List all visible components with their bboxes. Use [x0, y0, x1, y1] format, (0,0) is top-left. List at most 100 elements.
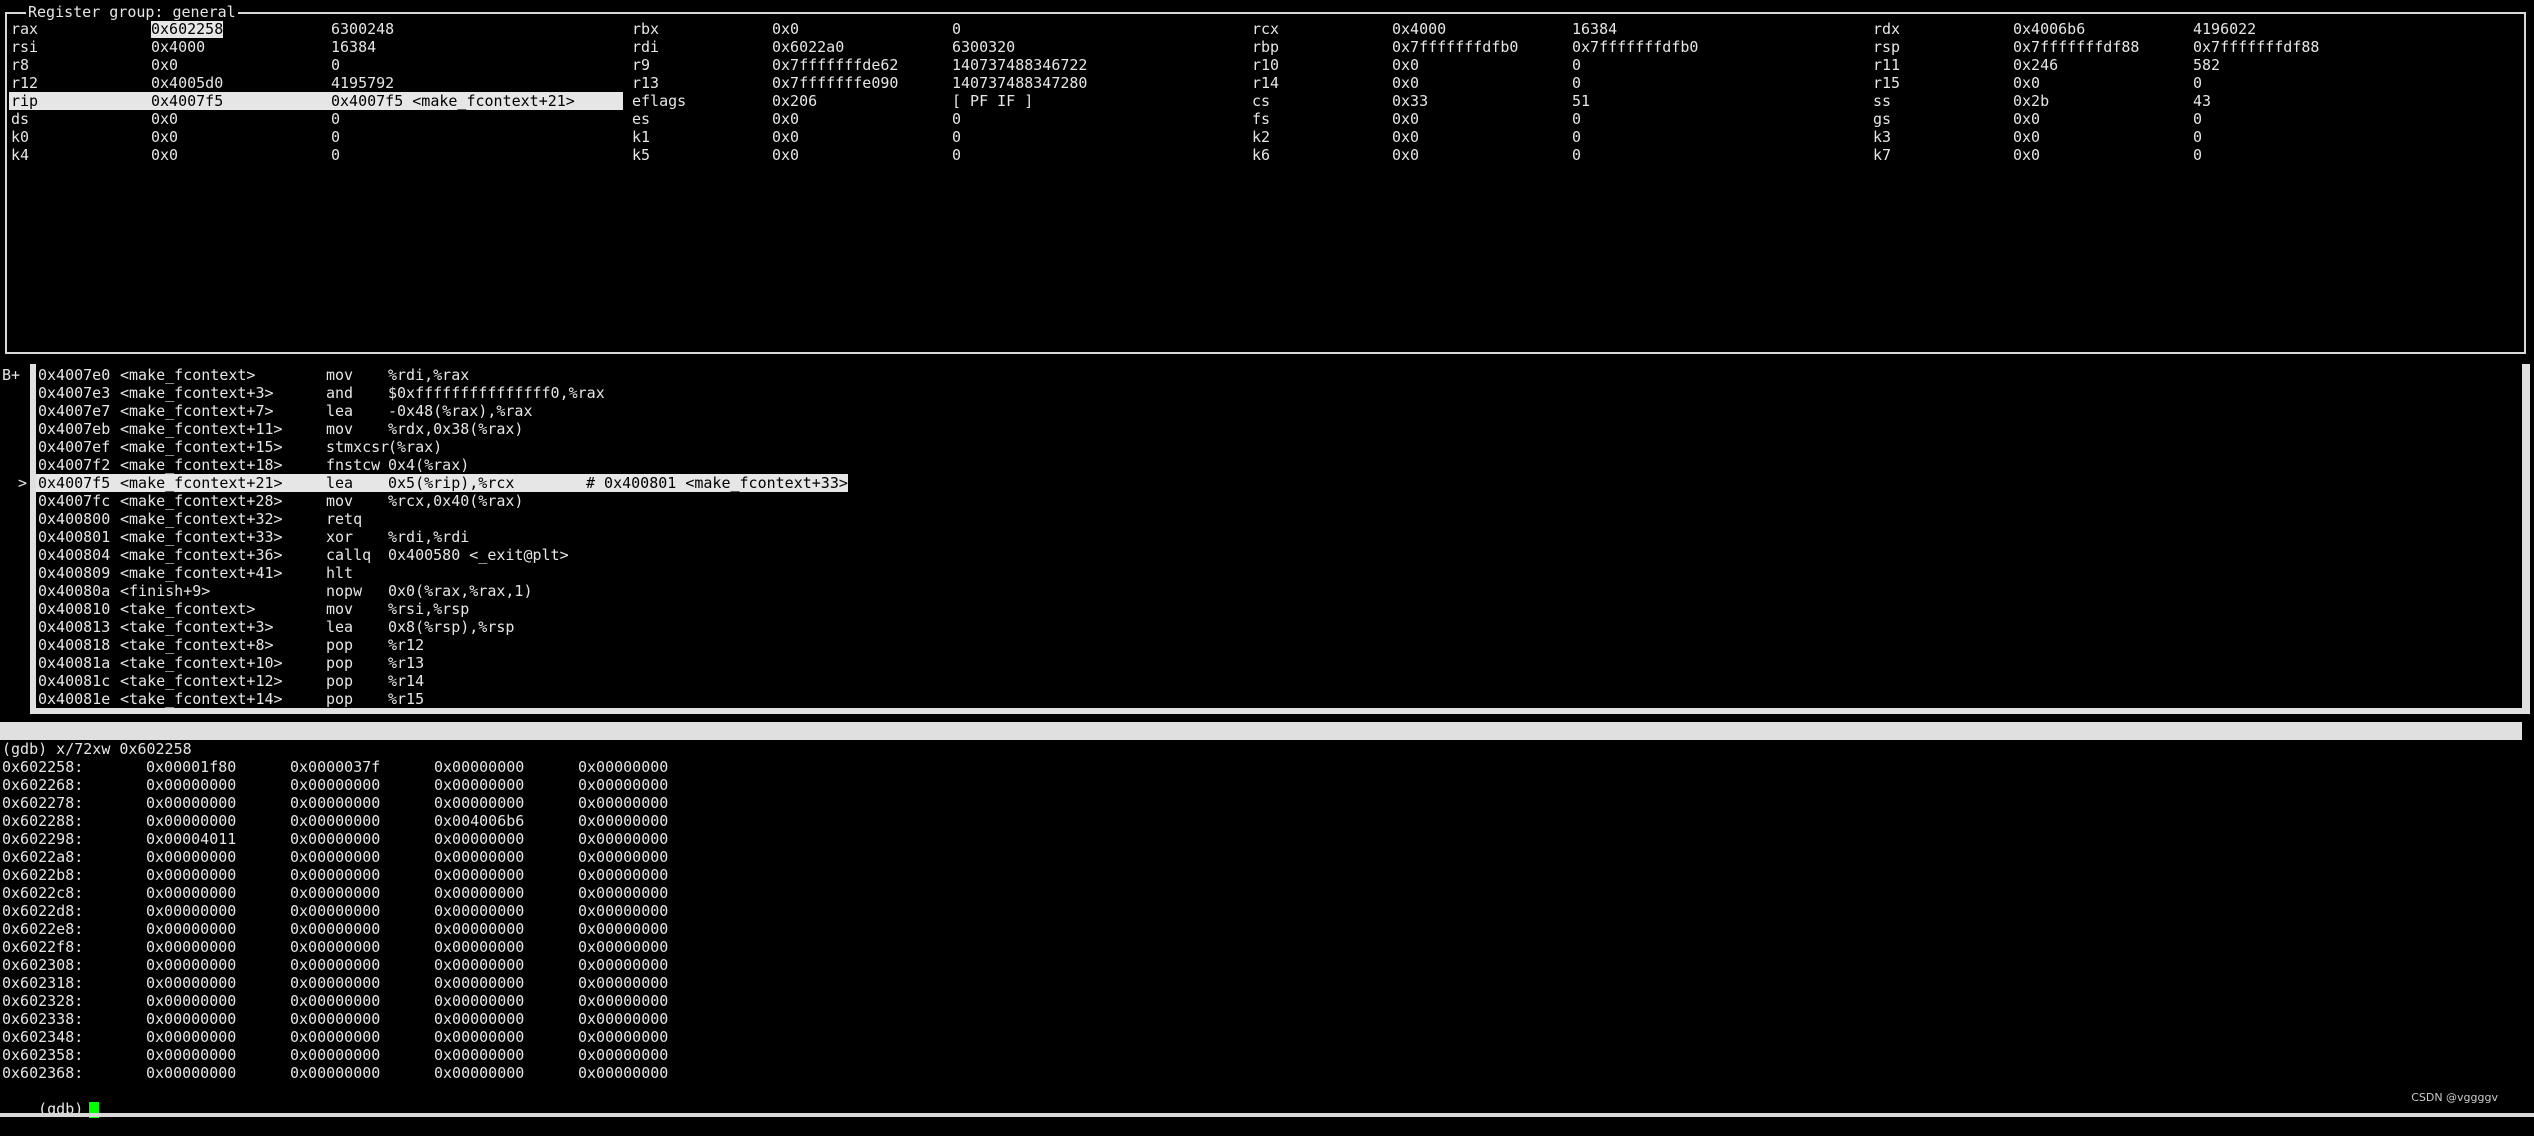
asm-args: %r12 — [388, 636, 425, 654]
register-hex-r12[interactable]: 0x4005d0 — [151, 74, 223, 92]
memory-word: 0x00000000 — [290, 992, 381, 1010]
asm-args: (%rax) — [388, 438, 443, 456]
register-name-rax: rax — [11, 20, 39, 38]
memory-address: 0x602298: — [2, 830, 84, 848]
asm-line[interactable]: 0x40081e <take_fcontext+14> pop %r15 — [36, 690, 2522, 708]
register-name-eflags: eflags — [632, 92, 687, 110]
register-hex-k6[interactable]: 0x0 — [1392, 146, 1419, 164]
memory-word: 0x00000000 — [146, 992, 237, 1010]
register-value-ds: 0 — [331, 110, 341, 128]
register-hex-fs[interactable]: 0x0 — [1392, 110, 1419, 128]
memory-word: 0x00000000 — [290, 956, 381, 974]
register-hex-r15[interactable]: 0x0 — [2013, 74, 2040, 92]
register-hex-k1[interactable]: 0x0 — [772, 128, 799, 146]
asm-current-line[interactable]: 0x4007f5 <make_fcontext+21> lea 0x5(%rip),%… — [36, 474, 848, 492]
asm-args: $0xfffffffffffffff0,%rax — [388, 384, 605, 402]
register-hex-rsp[interactable]: 0x7fffffffdf88 — [2013, 38, 2139, 56]
asm-addr: 0x400800 — [38, 510, 111, 528]
asm-sym: <make_fcontext+18> — [120, 456, 283, 474]
register-hex-rbp[interactable]: 0x7fffffffdfb0 — [1392, 38, 1518, 56]
status-pc: PC: 0x4007f5 — [2418, 776, 2527, 794]
memory-row: 0x602278: 0x00000000 0x00000000 0x00000000 0… — [2, 794, 802, 812]
memory-word: 0x00000000 — [290, 974, 381, 992]
asm-sym: <make_fcontext+7> — [120, 402, 274, 420]
register-hex-rip[interactable]: 0x4007f5 — [151, 92, 223, 110]
register-hex-gs[interactable]: 0x0 — [2013, 110, 2040, 128]
asm-sym: <make_fcontext+28> — [120, 492, 283, 510]
register-hex-cs[interactable]: 0x33 — [1392, 92, 1428, 110]
register-hex-r9[interactable]: 0x7fffffffde62 — [772, 56, 898, 74]
asm-line[interactable]: 0x400804 <make_fcontext+36> callq 0x400580 … — [36, 546, 2522, 564]
register-hex-ds[interactable]: 0x0 — [151, 110, 178, 128]
register-value-r11: 582 — [2193, 56, 2221, 74]
asm-line[interactable]: 0x4007eb <make_fcontext+11> mov %rdx,0x38(%… — [36, 420, 2522, 438]
asm-line[interactable]: 0x400813 <take_fcontext+3> lea 0x8(%rsp),%r… — [36, 618, 2522, 636]
asm-line[interactable]: 0x400801 <make_fcontext+33> xor %rdi,%rdi — [36, 528, 2522, 546]
asm-line[interactable]: 0x400810 <take_fcontext> mov %rsi,%rsp — [36, 600, 2522, 618]
register-hex-r14[interactable]: 0x0 — [1392, 74, 1419, 92]
register-hex-rsi[interactable]: 0x4000 — [151, 38, 205, 56]
register-hex-k3[interactable]: 0x0 — [2013, 128, 2040, 146]
register-name-r8: r8 — [11, 56, 30, 74]
register-value-cs: 51 — [1572, 92, 1591, 110]
asm-addr: 0x4007fc — [38, 492, 111, 510]
asm-line[interactable]: 0x400818 <take_fcontext+8> pop %r12 — [36, 636, 2522, 654]
register-hex-rdi[interactable]: 0x6022a0 — [772, 38, 844, 56]
register-hex-k2[interactable]: 0x0 — [1392, 128, 1419, 146]
register-value-rbp: 0x7fffffffdfb0 — [1572, 38, 1699, 56]
register-value-r9: 140737488346722 — [952, 56, 1088, 74]
asm-line[interactable]: 0x40081a <take_fcontext+10> pop %r13 — [36, 654, 2522, 672]
asm-args: %r14 — [388, 672, 425, 690]
memory-word: 0x00000000 — [434, 992, 525, 1010]
asm-line[interactable]: 0x4007fc <make_fcontext+28> mov %rcx,0x40(%… — [36, 492, 2522, 510]
register-value-es: 0 — [952, 110, 962, 128]
register-hex-r13[interactable]: 0x7fffffffe090 — [772, 74, 898, 92]
register-name-r15: r15 — [1873, 74, 1901, 92]
register-hex-rax[interactable]: 0x602258 — [151, 20, 224, 38]
register-hex-r8[interactable]: 0x0 — [151, 56, 178, 74]
register-row: ds 0x0 0 es 0x0 0 fs 0x0 0 gs 0x0 0 — [7, 110, 2524, 128]
register-hex-es[interactable]: 0x0 — [772, 110, 799, 128]
register-hex-eflags[interactable]: 0x206 — [772, 92, 817, 110]
memory-word: 0x00000000 — [290, 920, 381, 938]
asm-addr: 0x4007f2 — [38, 456, 111, 474]
memory-address: 0x602358: — [2, 1046, 84, 1064]
asm-line[interactable]: 0x4007ef <make_fcontext+15> stmxcsr (%rax) — [36, 438, 2522, 456]
asm-line[interactable]: 0x4007e3 <make_fcontext+3> and $0xfffffffff… — [36, 384, 2522, 402]
memory-word: 0x00000000 — [146, 776, 237, 794]
asm-line[interactable]: 0x4007f2 <make_fcontext+18> fnstcw 0x4(%rax… — [36, 456, 2522, 474]
register-hex-ss[interactable]: 0x2b — [2013, 92, 2049, 110]
breakpoint-marker[interactable]: B+ — [2, 366, 20, 384]
asm-line[interactable]: 0x400800 <make_fcontext+32> retq — [36, 510, 2522, 528]
gdb-prompt-line[interactable]: (gdb) — [2, 1082, 100, 1118]
register-hex-rcx[interactable]: 0x4000 — [1392, 20, 1446, 38]
asm-op: pop — [326, 636, 354, 654]
register-hex-k7[interactable]: 0x0 — [2013, 146, 2040, 164]
asm-line[interactable]: 0x40080a <finish+9> nopw 0x0(%rax,%rax,1) — [36, 582, 2522, 600]
asm-args: 0x5(%rip),%rcx — [388, 474, 515, 492]
asm-line[interactable]: 0x4007e7 <make_fcontext+7> lea -0x48(%rax),… — [36, 402, 2522, 420]
register-hex-rdx[interactable]: 0x4006b6 — [2013, 20, 2085, 38]
asm-sym: <make_fcontext+32> — [120, 510, 283, 528]
memory-word: 0x00000000 — [146, 956, 237, 974]
memory-word: 0x00000000 — [434, 830, 525, 848]
asm-op: lea — [326, 618, 354, 636]
asm-op: mov — [326, 600, 354, 618]
asm-line[interactable]: 0x40081c <take_fcontext+12> pop %r14 — [36, 672, 2522, 690]
register-hex-k5[interactable]: 0x0 — [772, 146, 799, 164]
asm-listing[interactable]: 0x4007e0 <make_fcontext> mov %rdi,%rax 0x400… — [36, 364, 2522, 708]
register-name-rbx: rbx — [632, 20, 660, 38]
register-hex-k0[interactable]: 0x0 — [151, 128, 178, 146]
memory-row: 0x6022e8: 0x00000000 0x00000000 0x00000000 0… — [2, 920, 802, 938]
memory-word: 0x00000000 — [146, 974, 237, 992]
register-hex-k4[interactable]: 0x0 — [151, 146, 178, 164]
register-hex-r11[interactable]: 0x246 — [2013, 56, 2058, 74]
register-hex-rbx[interactable]: 0x0 — [772, 20, 799, 38]
memory-word: 0x00000000 — [434, 866, 525, 884]
asm-line[interactable]: 0x4007e0 <make_fcontext> mov %rdi,%rax — [36, 366, 2522, 384]
memory-word: 0x004006b6 — [434, 812, 525, 830]
asm-line[interactable]: 0x400809 <make_fcontext+41> hlt — [36, 564, 2522, 582]
register-value-k3: 0 — [2193, 128, 2203, 146]
asm-addr: 0x40080a — [38, 582, 111, 600]
register-hex-r10[interactable]: 0x0 — [1392, 56, 1419, 74]
